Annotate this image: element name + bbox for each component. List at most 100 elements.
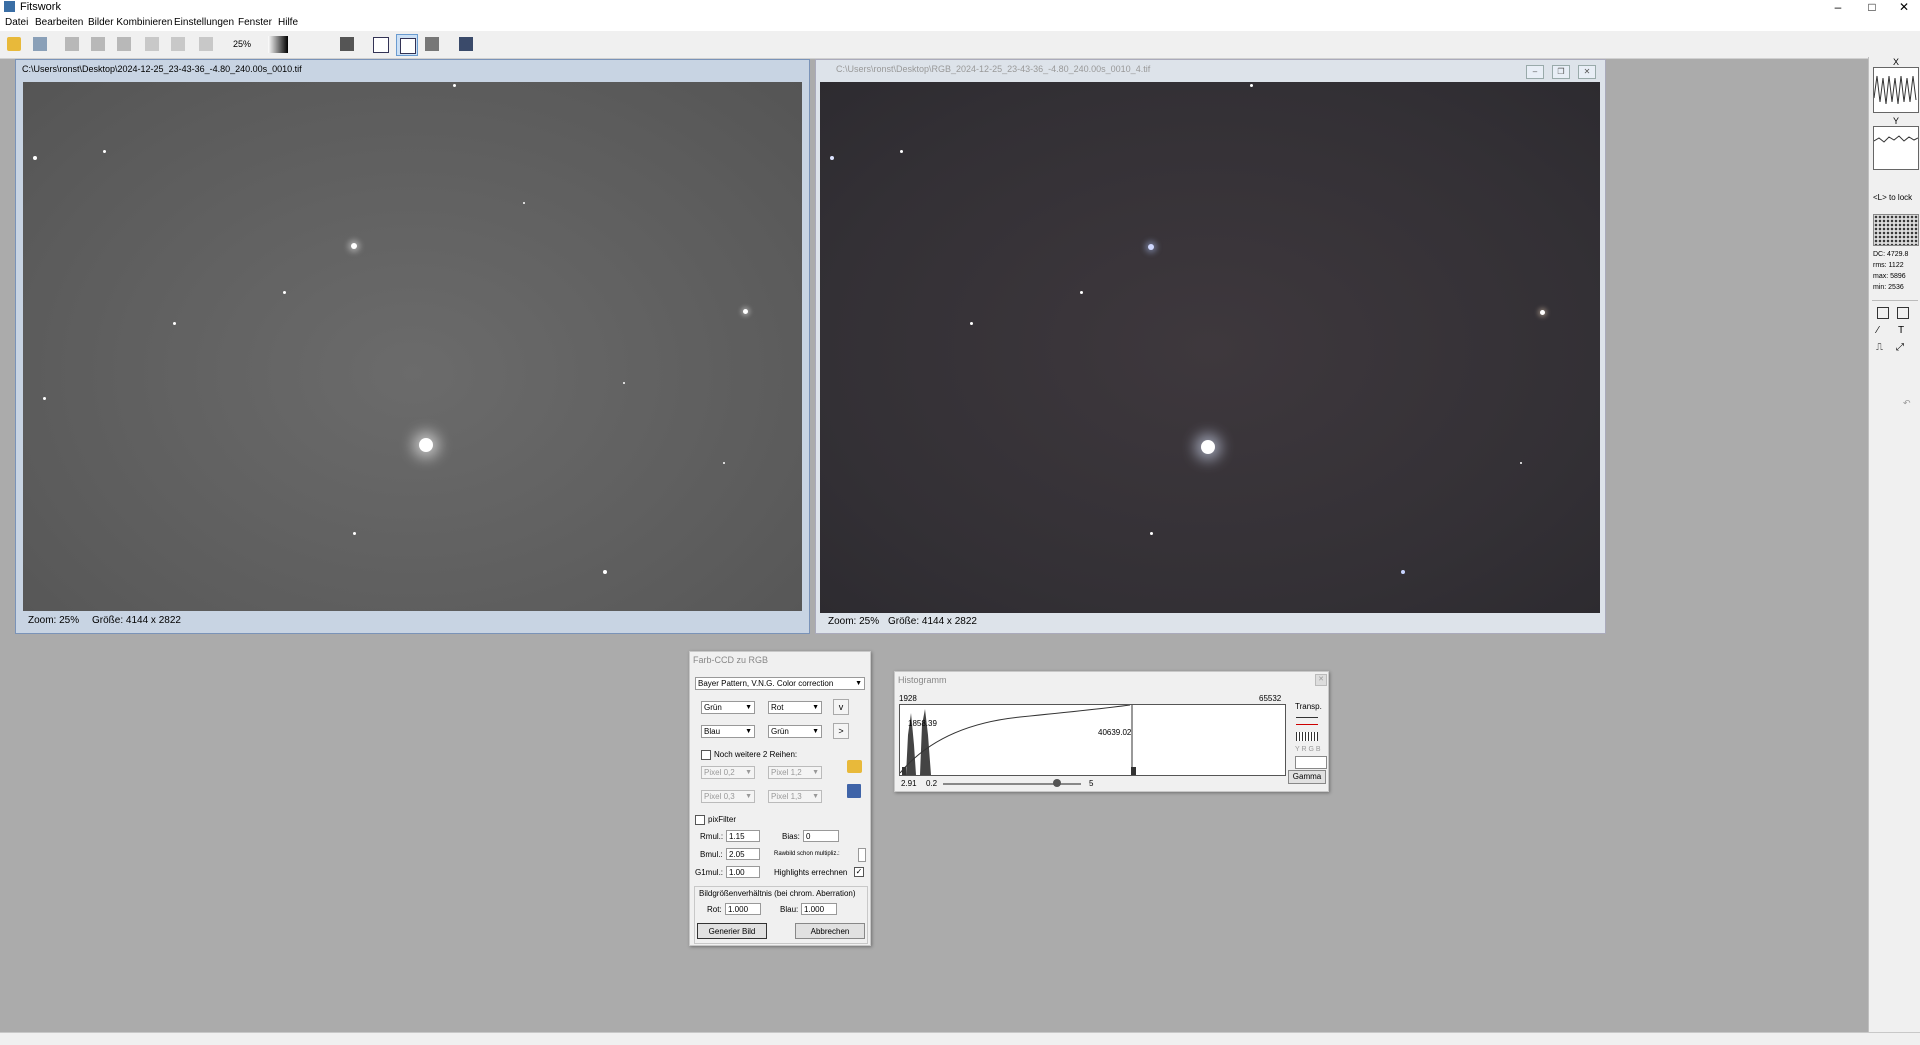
size-status: Größe: 4144 x 2822 xyxy=(888,616,977,627)
bmul-input[interactable]: 2.05 xyxy=(726,848,760,860)
app-icon xyxy=(4,1,15,12)
pattern-value: Blau xyxy=(704,727,721,736)
close-icon[interactable]: ✕ xyxy=(1315,674,1327,686)
more-rows-checkbox[interactable] xyxy=(701,750,711,760)
pattern-select-3[interactable]: Grün ▼ xyxy=(768,725,822,738)
rmul-input[interactable]: 1.15 xyxy=(726,830,760,842)
tool-button-5[interactable] xyxy=(168,34,188,54)
stat-rms: rms: 1122 xyxy=(1873,262,1904,269)
zoom-status: Zoom: 25% xyxy=(28,615,80,626)
comb-icon[interactable] xyxy=(1296,732,1318,741)
stat-max: max: 5896 xyxy=(1873,273,1906,280)
next-button[interactable]: > xyxy=(833,723,849,739)
menu-fenster[interactable]: Fenster xyxy=(238,17,272,28)
tool-button-4[interactable] xyxy=(142,34,162,54)
stretch-icon[interactable] xyxy=(1296,714,1318,725)
bottom-status-bar xyxy=(0,1032,1920,1045)
tool-button-10[interactable] xyxy=(422,34,442,54)
rawbild-toggle[interactable] xyxy=(858,848,866,862)
folder-open-icon[interactable] xyxy=(847,760,862,773)
star xyxy=(900,150,903,153)
image-icon xyxy=(117,37,131,51)
image-window-right[interactable]: C:\Users\ronst\Desktop\RGB_2024-12-25_23… xyxy=(815,59,1606,634)
pixfilter-label: pixFilter xyxy=(708,815,737,824)
menu-bilder-kombinieren[interactable]: Bilder Kombinieren xyxy=(88,17,173,28)
stamp-icon[interactable]: ⎍ xyxy=(1876,342,1883,353)
image-canvas[interactable] xyxy=(820,82,1600,613)
mdi-minimize-icon[interactable]: – xyxy=(1526,65,1544,79)
menu-hilfe[interactable]: Hilfe xyxy=(278,17,298,28)
menu-datei[interactable]: Datei xyxy=(5,17,28,28)
curve-shape-icon[interactable] xyxy=(1295,756,1327,769)
image-window-left[interactable]: C:\Users\ronst\Desktop\2024-12-25_23-43-… xyxy=(15,59,810,634)
image-canvas[interactable] xyxy=(23,82,802,611)
histogram-svg xyxy=(899,704,1136,775)
gradient-icon[interactable] xyxy=(268,36,288,53)
line-tool-icon[interactable]: ⤢ xyxy=(1896,342,1904,353)
lock-hint: <L> to lock xyxy=(1873,193,1913,202)
undo-icon[interactable]: ↶ xyxy=(1903,398,1911,409)
tool-button-3[interactable] xyxy=(114,34,134,54)
star xyxy=(723,462,725,464)
tool-button-2[interactable] xyxy=(88,34,108,54)
divider xyxy=(1872,300,1918,301)
generate-image-button[interactable]: Generier Bild xyxy=(697,923,767,939)
save-disk-icon[interactable] xyxy=(847,784,861,798)
extra-pixel-select-2: Pixel 0,3 ▼ xyxy=(701,790,755,803)
save-button[interactable] xyxy=(30,34,50,54)
chevron-down-icon: ▼ xyxy=(812,793,819,800)
telescope-icon xyxy=(459,37,473,51)
pattern-select-2[interactable]: Blau ▼ xyxy=(701,725,755,738)
extra-pixel-select-0: Pixel 0,2 ▼ xyxy=(701,766,755,779)
chevron-down-icon: ▼ xyxy=(745,728,752,735)
close-icon[interactable]: ✕ xyxy=(1888,0,1920,15)
gamma-slider-thumb[interactable] xyxy=(1053,779,1061,787)
text-tool-icon[interactable]: T xyxy=(1898,325,1904,336)
pixfilter-checkbox[interactable] xyxy=(695,815,705,825)
down-button[interactable]: v xyxy=(833,699,849,715)
open-button[interactable] xyxy=(4,34,24,54)
g1mul-input[interactable]: 1.00 xyxy=(726,866,760,878)
highlights-checkbox[interactable]: ✓ xyxy=(854,867,864,877)
bias-input[interactable]: 0 xyxy=(803,830,839,842)
folder-icon xyxy=(7,37,21,51)
pattern-select-1[interactable]: Rot ▼ xyxy=(768,701,822,714)
gamma-button[interactable]: Gamma xyxy=(1288,770,1326,784)
blau-input[interactable]: 1.000 xyxy=(801,903,837,915)
rectangle-tool-icon[interactable] xyxy=(1897,307,1909,319)
image-tool-icon[interactable] xyxy=(1877,307,1889,319)
zoom-label[interactable]: 25% xyxy=(233,39,251,49)
tool-button-11[interactable] xyxy=(456,34,476,54)
rmul-label: Rmul.: xyxy=(700,832,724,841)
menu-bearbeiten[interactable]: Bearbeiten xyxy=(35,17,83,28)
tool-button-9[interactable] xyxy=(396,34,418,56)
window-title: C:\Users\ronst\Desktop\2024-12-25_23-43-… xyxy=(22,64,302,74)
tool-button-6[interactable] xyxy=(196,34,216,54)
tool-button-7[interactable] xyxy=(337,34,357,54)
star xyxy=(453,84,456,87)
pattern-value: Rot xyxy=(771,703,784,712)
rot-input[interactable]: 1.000 xyxy=(725,903,761,915)
pattern-select-0[interactable]: Grün ▼ xyxy=(701,701,755,714)
cancel-button[interactable]: Abbrechen xyxy=(795,923,865,939)
pipette-icon[interactable]: ⁄ xyxy=(1877,325,1879,336)
zoom-status: Zoom: 25% xyxy=(828,616,880,627)
tool-button-1[interactable] xyxy=(62,34,82,54)
star xyxy=(1080,291,1083,294)
highlights-label: Highlights errechnen xyxy=(774,868,848,877)
star xyxy=(1540,310,1545,315)
star xyxy=(743,309,748,314)
mode-select[interactable]: Bayer Pattern, V.N.G. Color correction ▼ xyxy=(695,677,865,690)
rot-label: Rot: xyxy=(707,905,722,914)
tool-button-8[interactable] xyxy=(370,34,390,54)
menu-einstellungen[interactable]: Einstellungen xyxy=(174,17,234,28)
mdi-restore-icon[interactable]: ❐ xyxy=(1552,65,1570,79)
histogram-plot[interactable]: 1858.39 40639.02 xyxy=(899,704,1286,776)
maximize-icon[interactable]: □ xyxy=(1856,0,1888,15)
mdi-close-icon[interactable]: ✕ xyxy=(1578,65,1596,79)
extra-pixel-select-1: Pixel 1,2 ▼ xyxy=(768,766,822,779)
dialog-title: Farb-CCD zu RGB xyxy=(693,655,769,665)
minimize-icon[interactable]: – xyxy=(1822,0,1854,15)
bmul-label: Bmul.: xyxy=(700,850,723,859)
stat-dc: DC: 4729.8 xyxy=(1873,251,1909,258)
